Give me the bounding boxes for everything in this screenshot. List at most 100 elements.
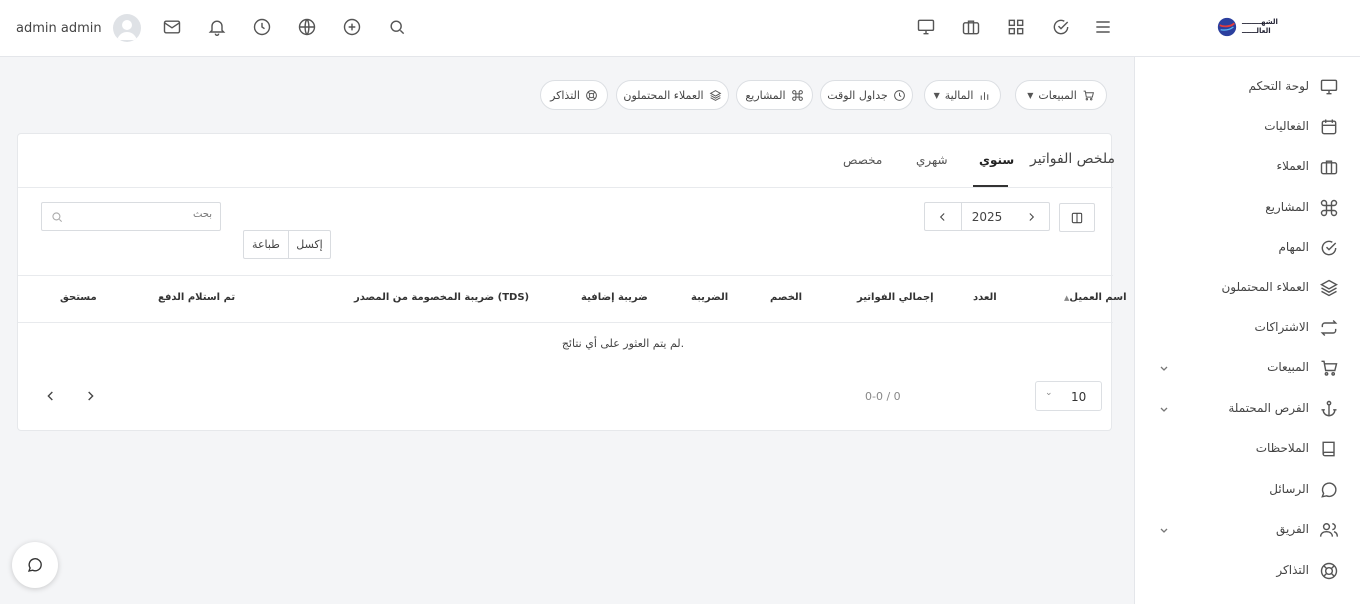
globe-icon[interactable] (297, 17, 317, 37)
tab-yearly[interactable]: سنوي (979, 153, 1014, 167)
chat-icon (27, 558, 42, 572)
sidebar-item-leads[interactable]: العملاء المحتملون (1135, 268, 1360, 308)
sidebar-item-label: التذاكر (1276, 563, 1309, 577)
quick-nav-tickets[interactable]: التذاكر (540, 80, 608, 110)
invoice-summary-card: ملخص الفواتير سنوي شهري مخصص 2025 إكسل ط… (17, 133, 1127, 431)
chevron-down-icon: ⌄ (1045, 388, 1053, 398)
column-header-tax[interactable]: الضريبة (691, 292, 728, 303)
user-menu[interactable]: admin admin (16, 14, 141, 42)
column-header-second-tax[interactable]: ضريبة إضافية (581, 292, 648, 303)
quick-nav-sales[interactable]: ▼ المبيعات (1015, 80, 1107, 110)
pagination-range: 0-0 / 0 (865, 390, 901, 403)
cart-icon (1319, 358, 1339, 378)
sidebar-item-projects[interactable]: المشاريع (1135, 188, 1360, 228)
chevron-left-icon (47, 391, 53, 401)
page-size-value: 10 (1071, 390, 1087, 404)
lifebuoy-icon (586, 89, 597, 101)
logo[interactable]: الشهــــــــ العالــــــ (1216, 16, 1278, 38)
tab-custom[interactable]: مخصص (843, 153, 882, 167)
lifebuoy-icon (1319, 561, 1339, 581)
empty-state-message: لم يتم العثور على أي نتائج. (561, 337, 685, 350)
table-header: ▲اسم العميل العدد إجمالي الفواتير الخصم … (18, 275, 1127, 323)
year-display: 2025 (961, 202, 1013, 231)
quick-nav-projects[interactable]: المشاريع (736, 80, 813, 110)
sidebar-item-label: الفرص المحتملة (1228, 401, 1309, 415)
chat-launcher-button[interactable] (12, 542, 58, 588)
bell-icon[interactable] (207, 17, 227, 37)
mail-icon[interactable] (162, 17, 182, 37)
column-header-due[interactable]: مستحق (60, 292, 97, 303)
search-box[interactable] (41, 202, 221, 231)
chevron-down-icon (1159, 525, 1169, 535)
excel-export-button[interactable]: إكسل (288, 230, 331, 259)
plus-circle-icon[interactable] (342, 17, 362, 37)
tab-monthly[interactable]: شهري (916, 153, 948, 167)
column-header-total[interactable]: إجمالي الفواتير (857, 292, 934, 303)
sidebar-item-label: المهام (1278, 240, 1309, 254)
search-icon (52, 212, 63, 223)
book-icon (1319, 439, 1339, 459)
sidebar-item-tickets[interactable]: التذاكر (1135, 551, 1360, 591)
column-header-tds[interactable]: ضريبة المخصومة من المصدر (TDS) (354, 292, 529, 303)
sidebar-item-label: العملاء (1276, 159, 1309, 173)
next-page-button[interactable] (82, 388, 98, 404)
sidebar-item-label: الرسائل (1269, 482, 1309, 496)
layers-icon (1319, 278, 1339, 298)
command-icon (791, 89, 803, 101)
sidebar-item-label: العملاء المحتملون (1221, 280, 1309, 294)
sidebar-item-sales[interactable]: المبيعات (1135, 348, 1360, 388)
search-input[interactable] (92, 209, 212, 220)
sidebar-item-dashboard[interactable]: لوحة التحكم (1135, 67, 1360, 107)
check-circle-icon (1319, 238, 1339, 258)
monitor-icon (1319, 77, 1339, 97)
chevron-left-icon (939, 212, 945, 221)
check-circle-icon[interactable] (1051, 17, 1071, 37)
sidebar-item-label: الاشتراكات (1254, 320, 1309, 334)
sidebar-item-label: الفعاليات (1264, 119, 1309, 133)
chevron-down-icon (1159, 363, 1169, 373)
column-header-discount[interactable]: الخصم (770, 292, 802, 303)
layers-icon (709, 89, 722, 101)
active-tab-indicator (973, 185, 1008, 187)
user-name: admin admin (16, 20, 102, 36)
calendar-icon (1319, 117, 1339, 137)
command-icon (1319, 198, 1339, 218)
print-button[interactable]: طباعة (243, 230, 289, 259)
bar-chart-icon (981, 91, 989, 100)
sidebar-item-clients[interactable]: العملاء (1135, 147, 1360, 187)
column-header-count[interactable]: العدد (973, 292, 997, 303)
quick-nav-timesheets[interactable]: جداول الوقت (820, 80, 913, 110)
menu-icon[interactable] (1093, 17, 1113, 37)
previous-year-button[interactable] (924, 202, 962, 231)
sidebar-item-label: الفريق (1275, 522, 1309, 536)
sidebar-item-label: المشاريع (1265, 200, 1309, 214)
column-header-payment-received[interactable]: تم استلام الدفع (158, 292, 235, 303)
avatar[interactable] (112, 14, 141, 42)
caret-down-icon: ▼ (1027, 90, 1034, 100)
sidebar-item-messages[interactable]: الرسائل (1135, 470, 1360, 510)
search-icon[interactable] (387, 17, 407, 37)
clock-icon[interactable] (252, 17, 272, 37)
sidebar-item-events[interactable]: الفعاليات (1135, 107, 1360, 147)
columns-toggle-button[interactable] (1059, 203, 1095, 232)
quick-nav-leads[interactable]: العملاء المحتملون (616, 80, 729, 110)
chat-icon (1319, 480, 1339, 500)
quick-nav-finance[interactable]: ▼ المالية (924, 80, 1001, 110)
sidebar-item-tasks[interactable]: المهام (1135, 228, 1360, 268)
cart-icon (1083, 90, 1094, 101)
sidebar-item-notes[interactable]: الملاحظات (1135, 429, 1360, 469)
sidebar-item-label: المبيعات (1267, 360, 1309, 374)
sidebar-item-label: الملاحظات (1255, 441, 1309, 455)
sidebar-item-opportunities[interactable]: الفرص المحتملة (1135, 389, 1360, 429)
briefcase-icon[interactable] (961, 17, 981, 37)
next-year-button[interactable] (1012, 202, 1050, 231)
caret-down-icon: ▼ (933, 90, 940, 100)
column-header-client[interactable]: ▲اسم العميل (1064, 292, 1127, 303)
page-size-select[interactable]: 10 ⌄ (1035, 381, 1102, 411)
monitor-icon[interactable] (916, 17, 936, 37)
card-header: ملخص الفواتير سنوي شهري مخصص (18, 134, 1115, 188)
sidebar-item-team[interactable]: الفريق (1135, 510, 1360, 550)
grid-icon[interactable] (1006, 17, 1026, 37)
previous-page-button[interactable] (43, 388, 59, 404)
chevron-right-icon (88, 391, 94, 401)
